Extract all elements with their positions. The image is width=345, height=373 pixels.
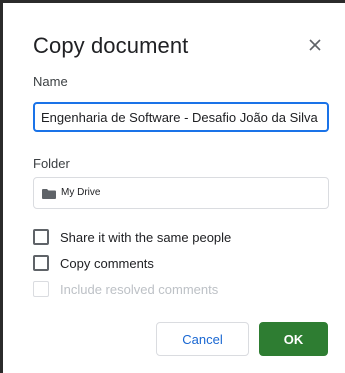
folder-label: Folder (33, 156, 70, 171)
folder-picker[interactable]: My Drive (33, 177, 329, 209)
share-option[interactable]: Share it with the same people (33, 228, 253, 248)
copy-comments-label: Copy comments (60, 256, 154, 271)
dialog-title: Copy document (33, 33, 189, 58)
include-resolved-option: Include resolved comments (33, 280, 243, 300)
cancel-button[interactable]: Cancel (156, 322, 249, 356)
copy-document-dialog: Copy document Name Folder My Drive Share… (3, 3, 345, 373)
folder-icon (42, 189, 56, 199)
copy-comments-checkbox[interactable] (33, 255, 49, 271)
name-label: Name (33, 74, 68, 89)
folder-name: My Drive (61, 187, 101, 198)
document-name-input[interactable] (33, 102, 329, 132)
include-resolved-label: Include resolved comments (60, 282, 219, 297)
close-icon[interactable] (305, 35, 325, 55)
share-checkbox[interactable] (33, 229, 49, 245)
include-resolved-checkbox (33, 281, 49, 297)
ok-button[interactable]: OK (259, 322, 328, 356)
share-label: Share it with the same people (60, 230, 232, 245)
copy-comments-option[interactable]: Copy comments (33, 254, 183, 274)
